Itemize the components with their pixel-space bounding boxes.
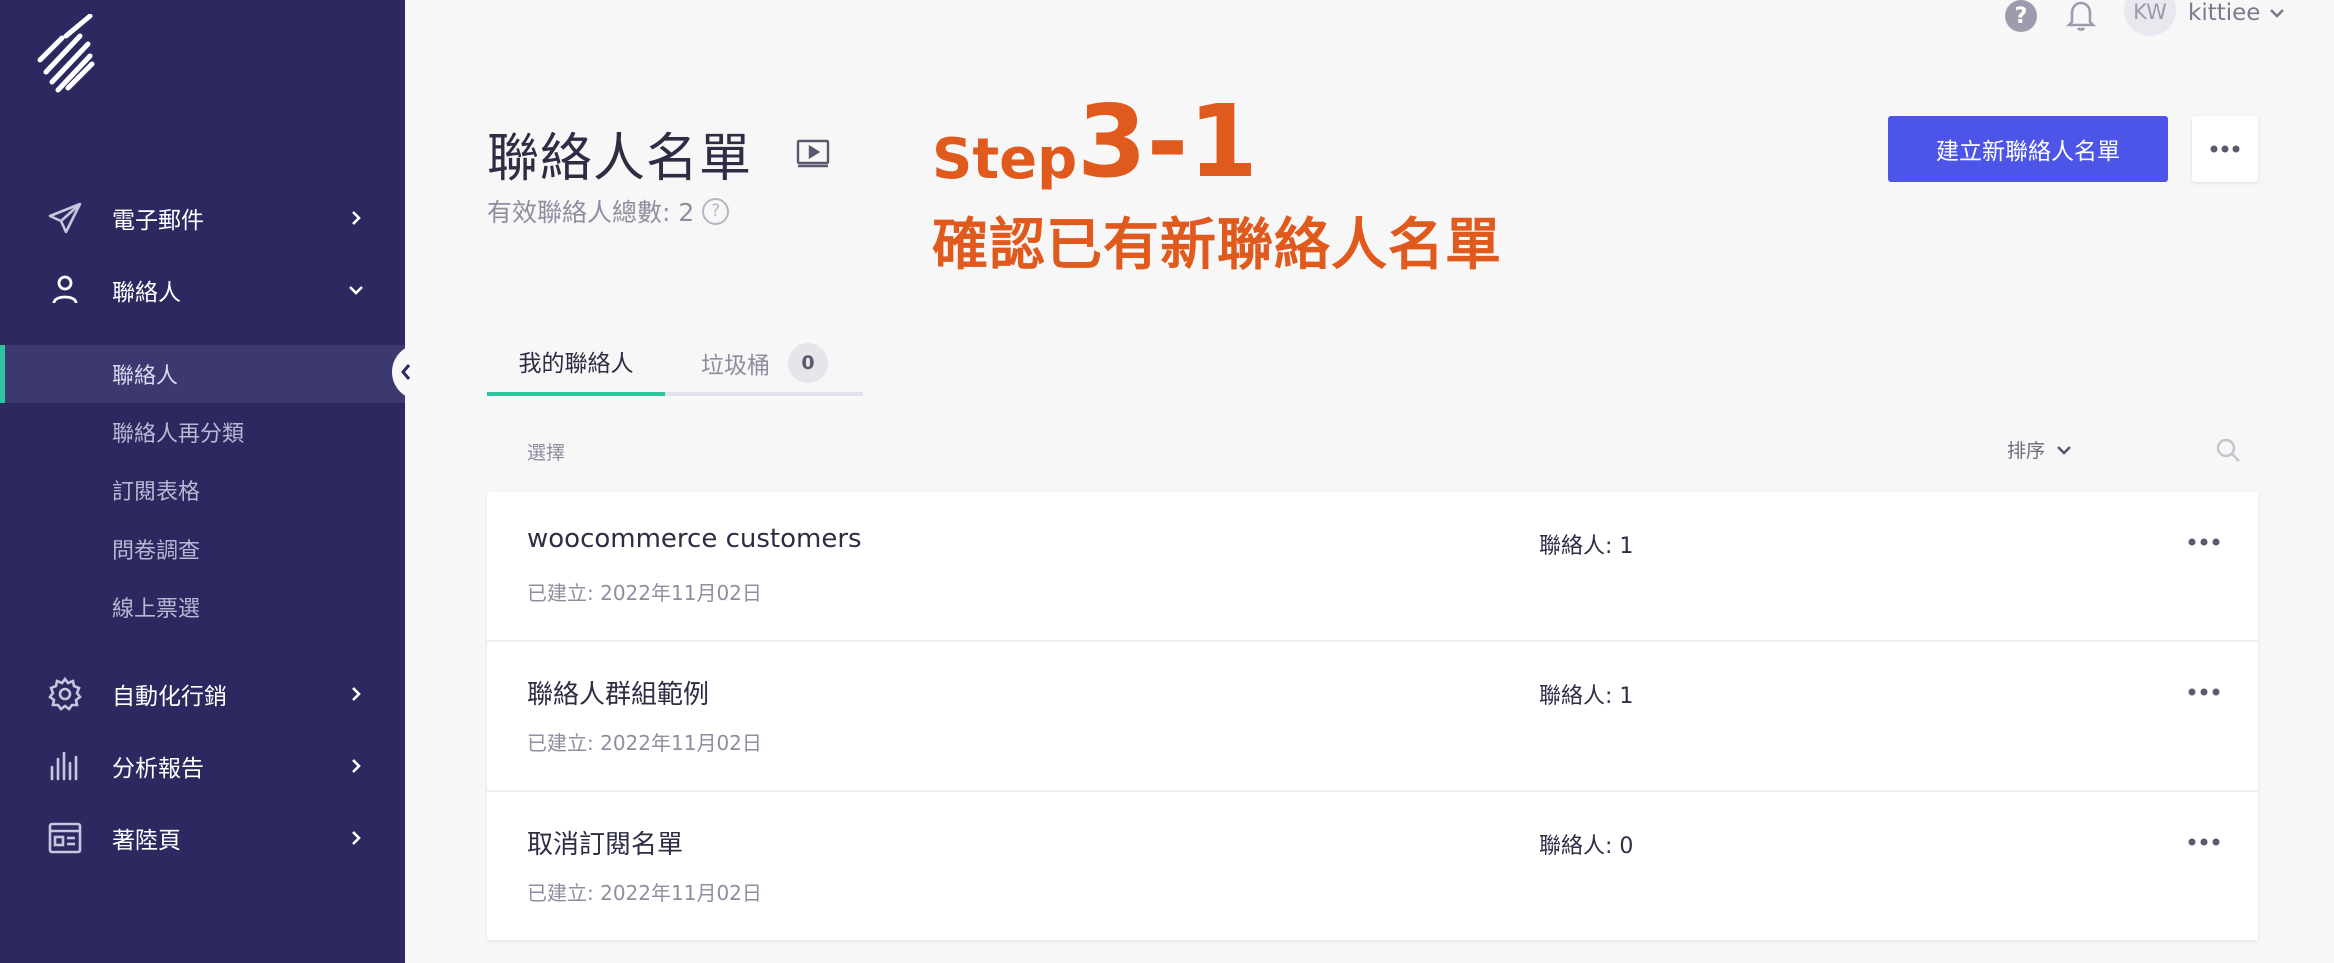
more-horizontal-icon[interactable]: [2187, 832, 2221, 852]
tab-trash-label: 垃圾桶: [701, 353, 770, 379]
list-created-date: 已建立: 2022年11月02日: [527, 731, 762, 755]
select-all-button[interactable]: 選擇: [527, 438, 565, 465]
chevron-down-icon[interactable]: [2267, 4, 2287, 24]
nav-landing-pages-label: 著陸頁: [112, 828, 181, 854]
bar-chart-icon: [46, 747, 84, 785]
list-item[interactable]: 聯絡人群組範例 已建立: 2022年11月02日 聯絡人: 1: [487, 642, 2258, 792]
nav-automation-label: 自動化行銷: [112, 684, 227, 710]
subnav-segments[interactable]: 聯絡人再分類: [0, 403, 405, 461]
nav-email[interactable]: 電子郵件: [0, 188, 405, 248]
nav-reports[interactable]: 分析報告: [0, 736, 405, 796]
more-horizontal-icon[interactable]: [2187, 532, 2221, 552]
nav-landing-pages[interactable]: 著陸頁: [0, 808, 405, 868]
brand-logo-icon[interactable]: [36, 14, 96, 94]
notification-bell-icon[interactable]: [2066, 0, 2096, 32]
more-options-button[interactable]: [2192, 116, 2258, 182]
trash-count-badge: 0: [788, 343, 828, 383]
list-created-date: 已建立: 2022年11月02日: [527, 581, 762, 605]
nav-contacts[interactable]: 聯絡人: [0, 260, 405, 320]
video-tutorial-icon[interactable]: [796, 138, 830, 168]
nav-reports-label: 分析報告: [112, 756, 204, 782]
subnav-surveys-label: 問卷調查: [112, 539, 201, 564]
chevron-left-icon: [401, 364, 411, 380]
subnav-polls[interactable]: 線上票選: [0, 578, 405, 636]
subnav-polls-label: 線上票選: [112, 597, 201, 622]
chevron-right-icon: [352, 759, 361, 773]
active-contacts-summary: 有效聯絡人總數: 2 ?: [487, 193, 730, 229]
chevron-down-icon: [2057, 445, 2071, 455]
active-contacts-text: 有效聯絡人總數: 2: [487, 198, 695, 227]
subnav-surveys[interactable]: 問卷調查: [0, 520, 405, 578]
sidebar: 電子郵件 聯絡人 聯絡人 聯絡人再分類 訂閱表格 問卷調查 線上票選 自動化行銷: [0, 0, 405, 963]
list-contact-count: 聯絡人: 1: [1539, 534, 1634, 559]
paper-plane-icon: [46, 199, 84, 237]
chevron-right-icon: [352, 211, 361, 225]
chevron-right-icon: [352, 687, 361, 701]
contact-tabs: 我的聯絡人 垃圾桶 0: [487, 330, 863, 396]
nav-automation[interactable]: 自動化行銷: [0, 664, 405, 724]
subnav-contacts[interactable]: 聯絡人: [0, 345, 405, 403]
avatar[interactable]: KW: [2124, 0, 2176, 36]
more-horizontal-icon[interactable]: [2187, 682, 2221, 702]
list-item[interactable]: woocommerce customers 已建立: 2022年11月02日 聯…: [487, 492, 2258, 642]
nav-contacts-label: 聯絡人: [112, 280, 181, 306]
step-annotation: Step3-1: [932, 92, 1258, 193]
user-icon: [46, 271, 84, 309]
help-button[interactable]: ?: [2005, 0, 2037, 32]
subnav-segments-label: 聯絡人再分類: [112, 422, 245, 447]
chevron-right-icon: [352, 831, 361, 845]
list-name[interactable]: 取消訂閱名單: [527, 824, 683, 861]
create-list-button[interactable]: 建立新聯絡人名單: [1888, 116, 2168, 182]
list-created-date: 已建立: 2022年11月02日: [527, 881, 762, 905]
nav-email-label: 電子郵件: [112, 208, 204, 234]
page-title: 聯絡人名單: [487, 129, 753, 189]
list-name[interactable]: 聯絡人群組範例: [527, 674, 709, 711]
subnav-forms[interactable]: 訂閱表格: [0, 461, 405, 519]
list-contact-count: 聯絡人: 1: [1539, 684, 1634, 709]
more-horizontal-icon: [2210, 145, 2240, 153]
tab-trash[interactable]: 垃圾桶 0: [701, 330, 828, 396]
sort-button[interactable]: 排序: [2007, 436, 2073, 463]
subnav-forms-label: 訂閱表格: [112, 480, 201, 505]
search-icon[interactable]: [2214, 436, 2242, 464]
step-word: Step: [932, 127, 1078, 192]
sort-label: 排序: [2007, 440, 2046, 462]
gear-icon: [46, 675, 84, 713]
list-name[interactable]: woocommerce customers: [527, 524, 862, 554]
step-annotation-subtitle: 確認已有新聯絡人名單: [932, 213, 1502, 278]
chevron-down-icon: [349, 286, 363, 295]
step-number: 3-1: [1077, 83, 1258, 200]
landing-page-icon: [46, 819, 84, 857]
list-item[interactable]: 取消訂閱名單 已建立: 2022年11月02日 聯絡人: 0: [487, 792, 2258, 942]
help-circle-icon[interactable]: ?: [702, 197, 730, 225]
tab-my-contacts[interactable]: 我的聯絡人: [487, 330, 665, 396]
username[interactable]: kittiee: [2188, 0, 2260, 26]
contact-lists: woocommerce customers 已建立: 2022年11月02日 聯…: [487, 492, 2258, 940]
list-contact-count: 聯絡人: 0: [1539, 834, 1634, 859]
subnav-contacts-label: 聯絡人: [112, 364, 179, 389]
